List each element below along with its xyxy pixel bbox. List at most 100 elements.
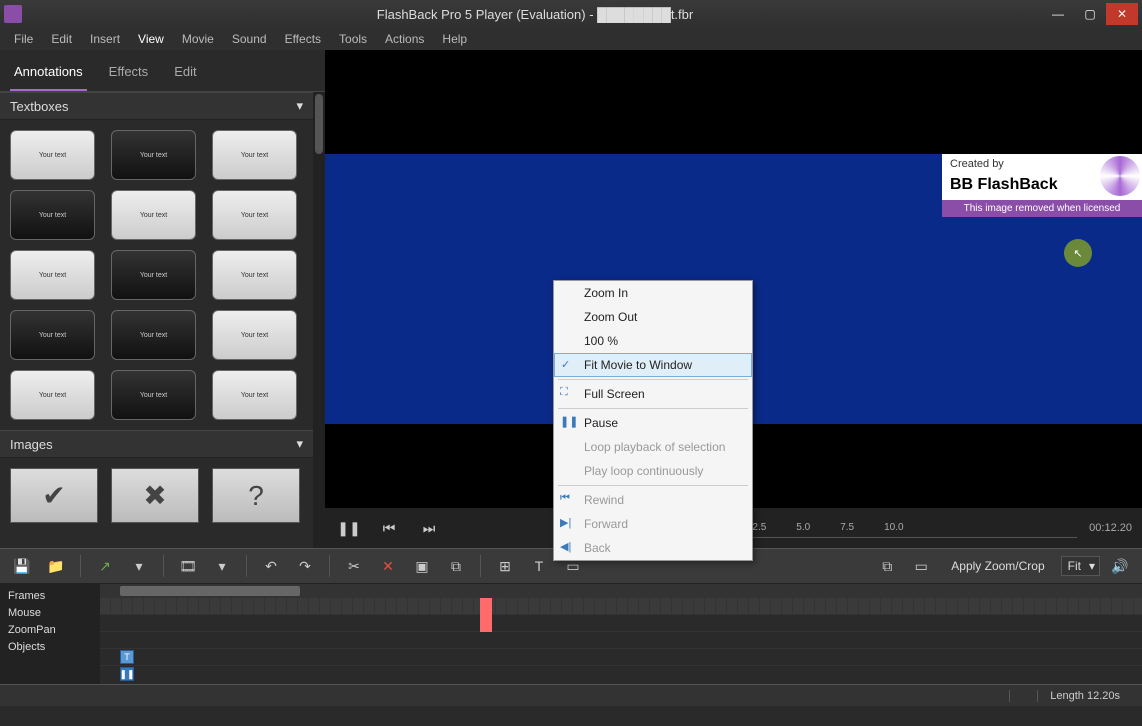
fit-select[interactable]: Fit [1061, 556, 1100, 576]
side-panel: Annotations Effects Edit Textboxes ▾ You… [0, 50, 325, 548]
export-button[interactable]: 🎞 [174, 553, 202, 579]
close-button[interactable]: ✕ [1106, 3, 1138, 25]
textbox-style[interactable]: Your text [10, 310, 95, 360]
tab-annotations[interactable]: Annotations [10, 58, 87, 91]
cm-separator [558, 408, 748, 409]
textbox-style[interactable]: Your text [111, 190, 196, 240]
side-scrollbar[interactable] [313, 92, 325, 548]
section-textboxes-label: Textboxes [10, 99, 69, 114]
images-grid: ✔ ✖ ? [0, 458, 313, 533]
redo-button[interactable]: ↷ [291, 553, 319, 579]
menu-tools[interactable]: Tools [331, 30, 375, 48]
time-ruler[interactable]: 0s 2.5 5.0 7.5 10.0 ▼ [702, 518, 1077, 538]
cm-loop-selection: Loop playback of selection [554, 435, 752, 459]
minimize-button[interactable]: — [1042, 3, 1074, 25]
textbox-style[interactable]: Your text [212, 190, 297, 240]
textbox-style[interactable]: Your text [111, 130, 196, 180]
pause-button[interactable]: ❚❚ [335, 514, 363, 542]
cm-100pct[interactable]: 100 % [554, 329, 752, 353]
textbox-button[interactable]: T [525, 553, 553, 579]
share-button[interactable]: ↗ [91, 553, 119, 579]
menu-insert[interactable]: Insert [82, 30, 128, 48]
back-icon: ◀| [560, 540, 576, 553]
crop-button[interactable]: ▣ [408, 553, 436, 579]
object-pause-icon[interactable]: ❚❚ [120, 667, 134, 681]
trim-button[interactable]: ⧉ [442, 553, 470, 579]
track-label-mouse[interactable]: Mouse [8, 607, 92, 624]
cm-zoom-in[interactable]: Zoom In [554, 281, 752, 305]
menu-edit[interactable]: Edit [43, 30, 80, 48]
timeline-scrollbar[interactable] [100, 584, 1142, 598]
delete-button[interactable]: ✕ [374, 553, 402, 579]
open-button[interactable]: 📁 [42, 553, 70, 579]
undo-button[interactable]: ↶ [257, 553, 285, 579]
cm-separator [558, 379, 748, 380]
textbox-style[interactable]: Your text [111, 370, 196, 420]
track-frames[interactable] [100, 598, 1142, 615]
copy-button[interactable]: ⧉ [873, 553, 901, 579]
tab-effects[interactable]: Effects [105, 58, 153, 91]
textbox-style[interactable]: Your text [10, 130, 95, 180]
tracks-area[interactable]: T ❚❚ [100, 584, 1142, 684]
dropdown-icon[interactable]: ▾ [125, 553, 153, 579]
object-text-icon[interactable]: T [120, 650, 134, 664]
section-images-label: Images [10, 437, 53, 452]
menubar: File Edit Insert View Movie Sound Effect… [0, 28, 1142, 50]
image-cross[interactable]: ✖ [111, 468, 199, 523]
rewind-icon: ⏮ [560, 492, 576, 505]
menu-effects[interactable]: Effects [277, 30, 329, 48]
menu-sound[interactable]: Sound [224, 30, 275, 48]
textbox-style[interactable]: Your text [10, 250, 95, 300]
textbox-style[interactable]: Your text [212, 130, 297, 180]
textbox-style[interactable]: Your text [111, 250, 196, 300]
tab-edit[interactable]: Edit [170, 58, 200, 91]
cm-forward: ▶|Forward [554, 512, 752, 536]
textbox-style[interactable]: Your text [212, 250, 297, 300]
menu-view[interactable]: View [130, 30, 172, 48]
fullscreen-icon: ⛶ [560, 386, 576, 399]
cm-pause[interactable]: ❚❚Pause [554, 411, 752, 435]
menu-actions[interactable]: Actions [377, 30, 432, 48]
next-button[interactable]: ⏭ [415, 514, 443, 542]
save-button[interactable]: 💾 [8, 553, 36, 579]
image-check[interactable]: ✔ [10, 468, 98, 523]
chevron-down-icon: ▾ [296, 436, 303, 452]
apply-zoom-crop[interactable]: Apply Zoom/Crop [941, 559, 1054, 573]
maximize-button[interactable]: ▢ [1074, 3, 1106, 25]
volume-button[interactable]: 🔊 [1106, 553, 1134, 579]
textbox-style[interactable]: Your text [111, 310, 196, 360]
cm-fit-window[interactable]: ✓Fit Movie to Window [554, 353, 752, 377]
timeline: Frames Mouse ZoomPan Objects T ❚❚ [0, 584, 1142, 684]
textbox-style[interactable]: Your text [10, 370, 95, 420]
track-zoompan[interactable] [100, 632, 1142, 649]
track-label-frames[interactable]: Frames [8, 590, 92, 607]
textbox-style[interactable]: Your text [212, 310, 297, 360]
screen-button[interactable]: ▭ [907, 553, 935, 579]
textbox-style[interactable]: Your text [10, 190, 95, 240]
track-mouse[interactable] [100, 615, 1142, 632]
cm-loop-cont: Play loop continuously [554, 459, 752, 483]
playhead[interactable] [480, 598, 492, 632]
watermark: Created by BB FlashBack This image remov… [942, 154, 1142, 217]
section-textboxes[interactable]: Textboxes ▾ [0, 92, 313, 120]
dropdown-icon[interactable]: ▾ [208, 553, 236, 579]
insert-text-button[interactable]: ⊞ [491, 553, 519, 579]
ruler-tick: 5.0 [796, 522, 810, 533]
status-empty [1009, 690, 1037, 702]
section-images[interactable]: Images ▾ [0, 430, 313, 458]
cut-button[interactable]: ✂ [340, 553, 368, 579]
ruler-tick: 7.5 [840, 522, 854, 533]
cm-fullscreen[interactable]: ⛶Full Screen [554, 382, 752, 406]
image-question[interactable]: ? [212, 468, 300, 523]
track-objects[interactable]: T ❚❚ [100, 649, 1142, 666]
menu-file[interactable]: File [6, 30, 41, 48]
prev-button[interactable]: ⏮ [375, 514, 403, 542]
chevron-down-icon: ▾ [296, 98, 303, 114]
track-label-objects[interactable]: Objects [8, 641, 92, 658]
cm-zoom-out[interactable]: Zoom Out [554, 305, 752, 329]
menu-help[interactable]: Help [434, 30, 475, 48]
textbox-style[interactable]: Your text [212, 370, 297, 420]
track-label-zoompan[interactable]: ZoomPan [8, 624, 92, 641]
cm-separator [558, 485, 748, 486]
menu-movie[interactable]: Movie [174, 30, 222, 48]
